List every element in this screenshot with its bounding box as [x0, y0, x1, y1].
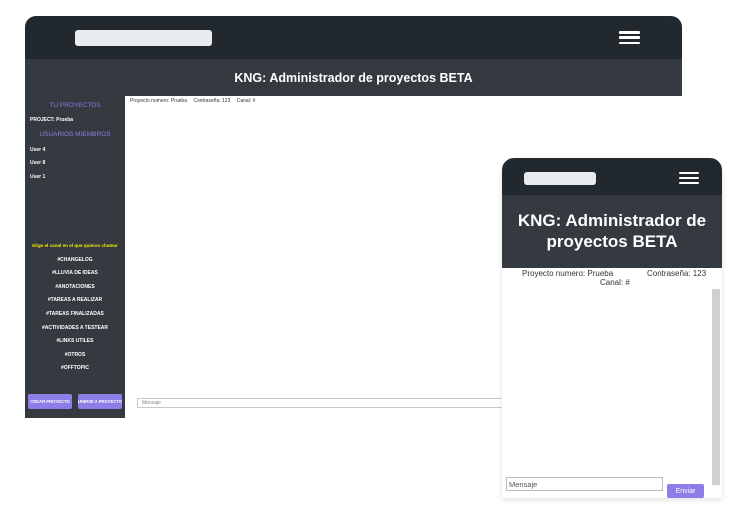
join-project-button[interactable]: UNIRSE A PROYECTO: [78, 394, 122, 409]
sidebar: TU PROYECTOS PROJECT: Prueba USUARIOS MI…: [25, 96, 125, 418]
member-item: User 8: [30, 160, 46, 166]
channel-tareas-a-realizar[interactable]: #TAREAS A REALIZAR: [25, 297, 125, 303]
channel-actividades-a-testear[interactable]: #ACTIVIDADES A TESTEAR: [25, 325, 125, 331]
project-label[interactable]: PROJECT: Prueba: [30, 117, 73, 123]
project-password: Contraseña: 123: [647, 269, 707, 278]
page-title: KNG: Administrador de proyectos BETA: [25, 59, 682, 96]
channel-otros[interactable]: #OTROS: [25, 352, 125, 358]
current-channel: Canal: #: [236, 98, 256, 104]
member-item: User 1: [30, 174, 46, 180]
message-input[interactable]: Mensaje: [137, 398, 517, 408]
desktop-top-navbar: [25, 16, 682, 59]
project-number: Proyecto numero: Prueba: [522, 269, 614, 278]
mobile-top-navbar: [502, 158, 722, 195]
send-button[interactable]: Enviar: [667, 484, 704, 498]
project-number: Proyecto numero: Prueba: [130, 98, 187, 104]
channel-prompt: Elige el canal en el que quieras chatear: [32, 243, 118, 248]
current-channel: Canal: #: [600, 278, 630, 287]
hamburger-menu-icon[interactable]: [619, 31, 640, 44]
logo-placeholder[interactable]: [524, 172, 596, 185]
project-info: Proyecto numero: Prueba Contraseña: 123 …: [130, 98, 260, 104]
member-item: User 4: [30, 147, 46, 153]
page-title: KNG: Administrador de proyectos BETA: [502, 195, 722, 268]
project-password: Contraseña: 123: [193, 98, 231, 104]
channel-offtopic[interactable]: #OFFTOPIC: [25, 365, 125, 371]
create-project-button[interactable]: CREAR PROYECTO: [28, 394, 72, 409]
your-projects-heading: TU PROYECTOS: [49, 102, 101, 109]
channel-tareas-finalizadas[interactable]: #TAREAS FINALIZADAS: [25, 311, 125, 317]
channel-links-utiles[interactable]: #LINKS UTILES: [25, 338, 125, 344]
message-input[interactable]: Mensaje: [506, 477, 663, 491]
hamburger-menu-icon[interactable]: [679, 172, 699, 184]
channel-changelog[interactable]: #CHANGELOG: [25, 257, 125, 263]
logo-placeholder[interactable]: [75, 30, 212, 46]
scrollbar[interactable]: [712, 289, 720, 485]
project-info: Proyecto numero: Prueba Contraseña: 123 …: [502, 268, 722, 288]
channel-lluvia-de-ideas[interactable]: #LLUVIA DE IDEAS: [25, 270, 125, 276]
channel-anotaciones[interactable]: #ANOTACIONES: [25, 284, 125, 290]
mobile-mockup: KNG: Administrador de proyectos BETA Pro…: [502, 158, 722, 498]
members-heading: USUARIOS MIEMBROS: [39, 131, 111, 138]
